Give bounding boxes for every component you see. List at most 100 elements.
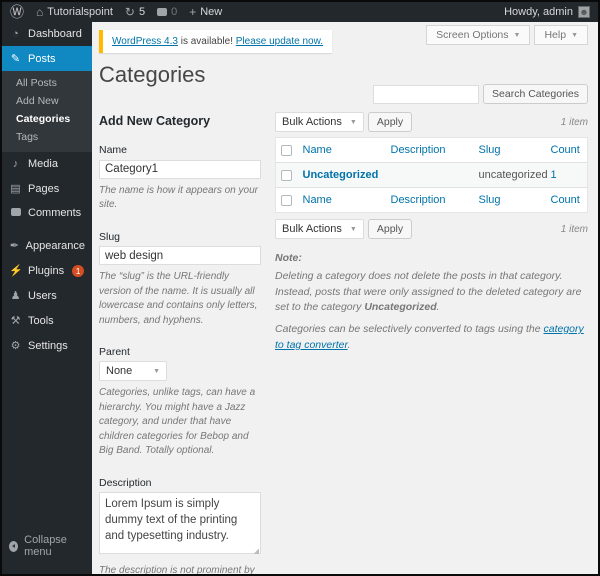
- slug-field[interactable]: [99, 246, 261, 265]
- sidebar-separator: [2, 225, 92, 233]
- parent-help-text: Categories, unlike tags, can have a hier…: [99, 387, 256, 456]
- sidebar-item-media[interactable]: ♪ Media: [2, 152, 92, 176]
- submenu-item-all-posts[interactable]: All Posts: [2, 74, 92, 92]
- items-count: 1 item: [560, 116, 588, 128]
- column-footer-count[interactable]: Count: [546, 188, 588, 213]
- screen-options-button[interactable]: Screen Options ▼: [426, 25, 531, 45]
- table-footer-row: Name Description Slug Count: [275, 187, 588, 213]
- resize-grip-icon[interactable]: ◢: [254, 547, 259, 555]
- column-footer-description[interactable]: Description: [386, 188, 474, 213]
- sidebar-item-dashboard[interactable]: ◔ Dashboard: [2, 22, 92, 46]
- posts-icon: ✎: [10, 53, 21, 65]
- apply-button[interactable]: Apply: [367, 112, 413, 132]
- bulk-actions-select-bottom[interactable]: Bulk Actions ▼: [275, 219, 364, 239]
- categories-table: Name Description Slug Count Uncategorize…: [275, 137, 588, 213]
- sidebar-item-tools[interactable]: ⚒ Tools: [2, 308, 92, 333]
- sidebar-item-appearance[interactable]: ✒ Appearance: [2, 233, 92, 258]
- name-help-text: The name is how it appears on your site.: [99, 184, 258, 211]
- column-footer-name[interactable]: Name: [298, 188, 386, 213]
- wordpress-version-link[interactable]: WordPress 4.3: [112, 36, 178, 47]
- note-section: Note: Deleting a category does not delet…: [275, 251, 588, 354]
- submenu-item-categories[interactable]: Categories: [2, 110, 92, 128]
- submenu-item-tags[interactable]: Tags: [2, 128, 92, 146]
- items-count-bottom: 1 item: [560, 223, 588, 235]
- sidebar-item-posts[interactable]: ✎ Posts: [2, 46, 92, 71]
- main-content: Screen Options ▼ Help ▼ WordPress 4.3 is…: [92, 22, 598, 574]
- column-header-name[interactable]: Name: [298, 138, 386, 163]
- collapse-menu-label: Collapse menu: [24, 534, 67, 558]
- collapse-menu-button[interactable]: Collapse menu: [2, 528, 92, 564]
- sidebar-item-settings[interactable]: ⚙ Settings: [2, 333, 92, 358]
- form-heading: Add New Category: [99, 114, 211, 128]
- sidebar-item-label: Tools: [28, 314, 54, 327]
- updates-menu[interactable]: ↻ 5: [125, 6, 145, 18]
- select-all-checkbox[interactable]: [281, 144, 292, 156]
- search-categories-button[interactable]: Search Categories: [483, 84, 588, 104]
- note-paragraph-2: Categories can be selectively converted …: [275, 322, 588, 354]
- note-title: Note:: [275, 252, 302, 264]
- column-header-count[interactable]: Count: [546, 138, 588, 163]
- wordpress-logo-icon: Ⓦ: [10, 4, 24, 20]
- note-text-end: .: [436, 301, 440, 314]
- home-icon: ⌂: [36, 5, 44, 19]
- comments-count: 0: [171, 6, 178, 18]
- bulk-actions-value: Bulk Actions: [282, 116, 342, 128]
- column-header-slug[interactable]: Slug: [474, 138, 546, 163]
- bulk-actions-select[interactable]: Bulk Actions ▼: [275, 112, 364, 132]
- categories-table-section: Bulk Actions ▼ Apply 1 item Name Descrip…: [275, 112, 588, 574]
- name-field[interactable]: [99, 159, 261, 179]
- table-header-row: Name Description Slug Count: [275, 138, 588, 163]
- note-paragraph-1: Deleting a category does not delete the …: [275, 269, 588, 316]
- slug-help-text: The “slug” is the URL-friendly version o…: [99, 271, 258, 326]
- sidebar-item-label: Appearance: [25, 239, 85, 252]
- column-footer-slug[interactable]: Slug: [474, 188, 546, 213]
- updates-count: 5: [138, 6, 146, 18]
- apply-button-bottom[interactable]: Apply: [367, 219, 413, 239]
- category-count-link[interactable]: 1: [551, 169, 557, 181]
- select-all-checkbox-bottom[interactable]: [281, 194, 292, 206]
- sidebar-item-label: Dashboard: [28, 28, 82, 40]
- tools-icon: ⚒: [10, 315, 21, 327]
- site-name-menu[interactable]: ⌂ Tutorialspoint: [36, 6, 113, 18]
- update-now-link[interactable]: Please update now.: [236, 36, 323, 47]
- users-icon: ♟: [10, 290, 21, 302]
- column-header-description[interactable]: Description: [386, 138, 474, 163]
- screen-options-label: Screen Options: [436, 29, 509, 41]
- parent-select[interactable]: None ▼: [99, 361, 167, 381]
- sidebar-item-plugins[interactable]: ⚡ Plugins 1: [2, 258, 92, 283]
- bulk-actions-bottom: Bulk Actions ▼ Apply 1 item: [275, 219, 588, 239]
- description-label: Description: [99, 476, 152, 489]
- category-slug: uncategorized: [478, 169, 548, 181]
- media-icon: ♪: [12, 158, 19, 170]
- posts-submenu: All Posts Add New Categories Tags: [2, 71, 92, 152]
- comments-menu[interactable]: 0: [157, 6, 177, 18]
- comments-bubble-icon: [9, 207, 22, 219]
- category-name-link[interactable]: Uncategorized: [303, 169, 379, 181]
- chevron-down-icon: ▼: [571, 31, 578, 39]
- sidebar-item-label: Settings: [28, 339, 68, 352]
- wordpress-logo-menu[interactable]: Ⓦ: [10, 5, 24, 19]
- settings-icon: ⚙: [10, 340, 21, 352]
- sidebar-item-users[interactable]: ♟ Users: [2, 283, 92, 308]
- comments-icon: [157, 8, 168, 16]
- note-text-end: .: [347, 338, 351, 351]
- add-category-form: Add New Category Name The name is how it…: [99, 112, 261, 574]
- search-input[interactable]: [373, 84, 480, 104]
- new-content-menu[interactable]: + New: [189, 6, 222, 18]
- site-name-label: Tutorialspoint: [47, 6, 113, 18]
- plugins-update-badge: 1: [72, 264, 85, 277]
- user-avatar[interactable]: ☻: [578, 6, 590, 18]
- howdy-admin-menu[interactable]: Howdy, admin: [504, 6, 573, 18]
- description-field[interactable]: Lorem Ipsum is simply dummy text of the …: [99, 491, 261, 554]
- sidebar-item-label: Pages: [28, 182, 60, 195]
- submenu-item-add-new[interactable]: Add New: [2, 92, 92, 110]
- note-text: Categories can be selectively converted …: [275, 323, 544, 335]
- help-button[interactable]: Help ▼: [534, 25, 588, 45]
- bulk-actions-top: Bulk Actions ▼ Apply 1 item: [275, 112, 588, 132]
- sidebar-item-pages[interactable]: ▤ Pages: [2, 176, 92, 201]
- sidebar-item-label: Comments: [28, 207, 82, 219]
- row-checkbox[interactable]: [281, 169, 292, 181]
- chevron-down-icon: ▼: [153, 367, 160, 375]
- admin-sidebar: ◔ Dashboard ✎ Posts All Posts Add New Ca…: [2, 22, 92, 574]
- sidebar-item-comments[interactable]: Comments: [2, 201, 92, 225]
